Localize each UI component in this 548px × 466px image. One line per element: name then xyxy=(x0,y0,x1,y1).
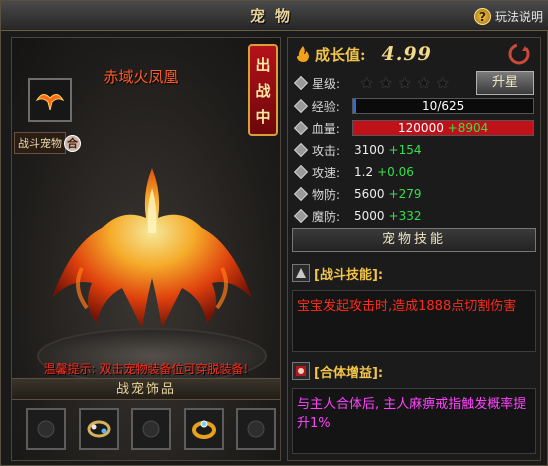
growth-row: 成长值: 4.99 xyxy=(288,38,540,70)
exp-text: 10/625 xyxy=(422,99,465,113)
attack-value: 3100 xyxy=(354,143,385,157)
growth-value: 4.99 xyxy=(381,43,432,65)
merge-bonus-title: [合体增益]: xyxy=(314,365,384,381)
diamond-bullet-icon xyxy=(293,142,309,158)
hp-text: 120000 +8904 xyxy=(353,121,533,135)
attack-bonus: +154 xyxy=(388,143,422,157)
star-label: 星级: xyxy=(312,76,341,91)
pdef-bonus: +279 xyxy=(388,187,422,201)
exp-bar: 10/625 xyxy=(352,98,534,114)
star-icon: ★ xyxy=(436,74,450,92)
window-title: 宠物 xyxy=(249,7,300,25)
speed-label: 攻速: xyxy=(312,165,341,180)
speed-row: 攻速: 1.2 +0.06 xyxy=(293,162,534,182)
exp-label: 经验: xyxy=(311,99,340,114)
hp-bonus: +8904 xyxy=(447,121,489,135)
star-row: 星级: ★ ★ ★ ★ ★ 升星 xyxy=(293,71,534,95)
battle-skill-header: [战斗技能]: xyxy=(292,262,536,284)
equip-hint-text: 双击宠物装备位可穿脱装备! xyxy=(95,362,249,376)
accessories-title: 战宠饰品 xyxy=(12,378,280,400)
pet-stats-panel: 成长值: 4.99 星级: ★ ★ ★ ★ ★ 升星 经验: 10/625 血量: xyxy=(287,37,541,461)
hp-row: 血量: 120000 +8904 xyxy=(293,118,534,138)
help-label: 玩法说明 xyxy=(494,10,543,24)
title-bar: 宠物 ? 玩法说明 xyxy=(1,1,548,31)
attack-row: 攻击: 3100 +154 xyxy=(293,140,534,160)
attack-label: 攻击: xyxy=(312,143,341,158)
pet-portrait-slot[interactable] xyxy=(28,78,72,122)
pet-display-panel: 战斗宠物 合 赤域火凤凰 出战中 温馨提示: 双击宠物装备位可穿脱装备! 战宠饰… xyxy=(11,37,281,461)
growth-label: 成长值: xyxy=(315,45,366,64)
bracelet-item-icon xyxy=(87,420,110,438)
diamond-bullet-icon xyxy=(293,164,309,180)
empty-slot-icon xyxy=(142,420,160,438)
mdef-value: 5000 xyxy=(354,209,385,223)
mdef-row: 魔防: 5000 +332 xyxy=(293,206,534,226)
star-icon: ★ xyxy=(379,74,393,92)
battle-skill-desc: 宝宝发起攻击时,造成1888点切割伤害 xyxy=(292,290,536,352)
phoenix-thumbnail-icon xyxy=(35,94,65,111)
accessory-slot-3[interactable] xyxy=(131,408,171,450)
equip-hint: 温馨提示: 双击宠物装备位可穿脱装备! xyxy=(12,360,280,377)
speed-value: 1.2 xyxy=(354,165,374,179)
diamond-bullet-icon xyxy=(293,99,308,113)
accessory-slot-5[interactable] xyxy=(236,408,276,450)
star-rating: ★ ★ ★ ★ ★ xyxy=(360,74,450,92)
merge-icon xyxy=(292,362,310,380)
star-icon: ★ xyxy=(398,74,412,92)
empty-slot-icon xyxy=(247,420,265,438)
upgrade-star-button[interactable]: 升星 xyxy=(476,71,534,95)
deployed-badge: 出战中 xyxy=(248,44,278,136)
equip-hint-label: 温馨提示: xyxy=(43,362,96,376)
accessory-slot-2[interactable] xyxy=(78,408,119,450)
mdef-label: 魔防: xyxy=(312,209,341,224)
pet-skills-button[interactable]: 宠物技能 xyxy=(292,228,536,252)
speed-bonus: +0.06 xyxy=(377,165,414,179)
pdef-row: 物防: 5600 +279 xyxy=(293,184,534,204)
flame-icon xyxy=(297,46,309,62)
star-icon: ★ xyxy=(417,74,431,92)
battle-skill-title: [战斗技能]: xyxy=(314,267,384,283)
question-icon: ? xyxy=(473,8,491,25)
accessory-slot-1[interactable] xyxy=(26,408,66,450)
phoenix-pet-image[interactable] xyxy=(42,148,262,348)
hp-label: 血量: xyxy=(311,121,340,136)
accessory-slots xyxy=(26,408,276,454)
diamond-bullet-icon xyxy=(293,121,308,135)
accessory-slot-4[interactable] xyxy=(183,408,224,450)
diamond-bullet-icon xyxy=(293,75,309,91)
exp-row: 经验: 10/625 xyxy=(293,96,534,116)
pdef-value: 5600 xyxy=(354,187,385,201)
hp-value: 120000 xyxy=(398,121,444,135)
diamond-bullet-icon xyxy=(293,186,309,202)
deployed-badge-text: 出战中 xyxy=(255,56,271,126)
merge-bonus-desc: 与主人合体后, 主人麻痹戒指触发概率提升1% xyxy=(292,388,536,454)
help-button[interactable]: ? 玩法说明 xyxy=(473,7,543,26)
merge-bonus-header: [合体增益]: xyxy=(292,360,536,382)
skill-icon xyxy=(292,264,310,282)
pdef-label: 物防: xyxy=(312,187,341,202)
diamond-bullet-icon xyxy=(293,208,309,224)
hp-bar: 120000 +8904 xyxy=(352,120,534,136)
mdef-bonus: +332 xyxy=(388,209,422,223)
pet-name: 赤域火凤凰 xyxy=(103,68,179,86)
star-icon: ★ xyxy=(360,74,374,92)
ring-item-icon xyxy=(191,420,216,439)
pet-window: 宠物 ? 玩法说明 战斗宠物 合 赤域火凤凰 出战中 温馨提示: 双击宠物装备位… xyxy=(0,0,548,466)
refresh-growth-icon[interactable] xyxy=(508,43,530,65)
empty-slot-icon xyxy=(37,420,55,438)
